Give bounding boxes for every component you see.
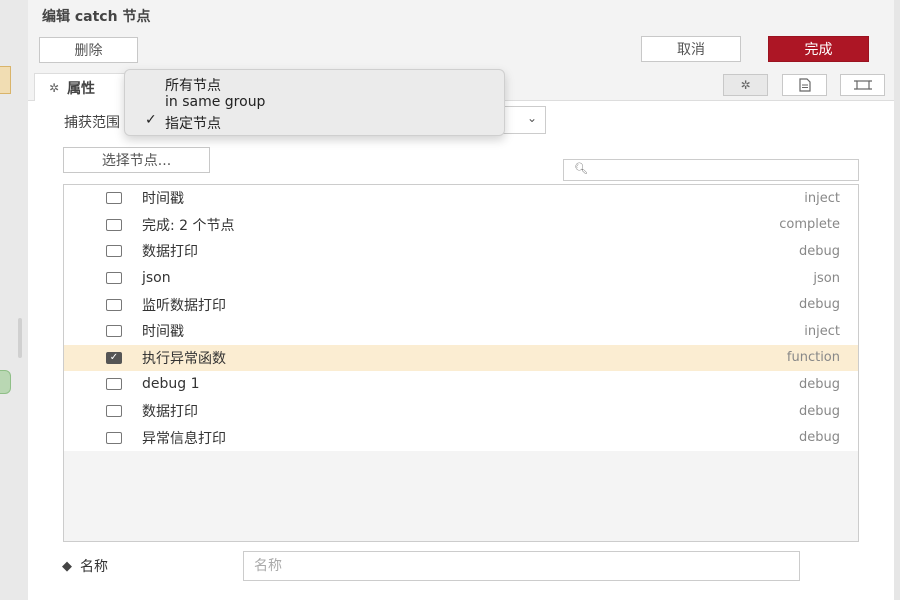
node-name: 异常信息打印	[142, 430, 226, 447]
node-name: debug 1	[142, 376, 200, 393]
node-type: inject	[804, 190, 840, 206]
workspace-node-tab[interactable]	[0, 370, 11, 394]
node-type: complete	[779, 217, 840, 233]
node-list-row[interactable]: json json	[64, 265, 858, 292]
scope-label: 捕获范围	[64, 115, 120, 131]
node-name: 数据打印	[142, 404, 198, 421]
node-checkbox[interactable]	[106, 325, 122, 338]
chevron-down-icon: ⌄	[526, 111, 537, 125]
node-checkbox[interactable]	[106, 245, 122, 258]
tag-icon: ◆	[62, 558, 72, 574]
node-list-row[interactable]: 异常信息打印 debug	[64, 424, 858, 451]
node-checkbox[interactable]	[106, 218, 122, 231]
gear-icon: ✲	[740, 78, 751, 92]
node-checkbox[interactable]: ✓	[106, 351, 122, 364]
node-list-row[interactable]: debug 1 debug	[64, 371, 858, 398]
node-list-row[interactable]: ✓ 执行异常函数 function	[64, 344, 858, 372]
description-tab-button[interactable]	[782, 74, 827, 96]
workspace-left-edge	[0, 0, 29, 600]
name-label: 名称	[80, 559, 108, 575]
node-type: debug	[799, 376, 840, 392]
cancel-button[interactable]: 取消	[641, 36, 741, 62]
node-checkbox[interactable]	[106, 378, 122, 391]
node-list-row[interactable]: 时间戳 inject	[64, 318, 858, 345]
name-input[interactable]	[243, 551, 800, 581]
node-checkbox[interactable]	[106, 298, 122, 311]
node-list-rows: 时间戳 inject 完成: 2 个节点 complete 数据打印 debug json j…	[64, 185, 858, 451]
node-name: 执行异常函数	[142, 350, 226, 367]
node-checkbox[interactable]	[106, 431, 122, 444]
scope-option-group[interactable]: in same group	[165, 94, 265, 110]
node-list-row[interactable]: 监听数据打印 debug	[64, 291, 858, 318]
node-type: debug	[799, 243, 840, 259]
node-type: function	[786, 350, 840, 366]
name-label-group: ◆ 名称	[62, 556, 108, 576]
node-type: debug	[799, 403, 840, 419]
select-nodes-button[interactable]: 选择节点...	[63, 147, 210, 173]
node-name: 时间戳	[142, 191, 184, 208]
scope-option-specified[interactable]: 指定节点	[165, 113, 221, 133]
workspace-node-tab[interactable]	[0, 66, 11, 94]
tab-properties-label: 属性	[67, 80, 96, 97]
dialog-title: 编辑 catch 节点	[42, 9, 151, 25]
node-list[interactable]: 时间戳 inject 完成: 2 个节点 complete 数据打印 debug json j…	[63, 184, 859, 542]
search-icon: 🔍︎	[574, 162, 588, 175]
node-list-row[interactable]: 完成: 2 个节点 complete	[64, 212, 858, 239]
checkmark-icon: ✓	[109, 351, 119, 363]
node-type: debug	[799, 430, 840, 446]
node-name: 时间戳	[142, 324, 184, 341]
resize-grip[interactable]	[18, 318, 22, 358]
node-search[interactable]: 🔍︎	[563, 159, 859, 181]
scope-option-all[interactable]: 所有节点	[165, 75, 221, 95]
settings-tab-button[interactable]: ✲	[723, 74, 768, 96]
node-name: json	[142, 270, 171, 287]
node-list-row[interactable]: 数据打印 debug	[64, 398, 858, 425]
node-checkbox[interactable]	[106, 405, 122, 418]
node-name: 数据打印	[142, 244, 198, 261]
scope-dropdown-menu: 所有节点 in same group ✓ 指定节点	[124, 69, 505, 136]
node-list-row[interactable]: 时间戳 inject	[64, 185, 858, 212]
appearance-tab-button[interactable]	[840, 74, 885, 96]
document-icon	[798, 78, 811, 92]
dialog-header: 编辑 catch 节点	[28, 0, 894, 31]
node-list-row[interactable]: 数据打印 debug	[64, 238, 858, 265]
node-checkbox[interactable]	[106, 272, 122, 285]
node-type: debug	[799, 297, 840, 313]
dialog-toolbar: 删除 取消 完成	[28, 30, 894, 71]
node-name: 监听数据打印	[142, 297, 226, 314]
delete-button[interactable]: 删除	[39, 37, 138, 63]
checkmark-icon: ✓	[145, 112, 157, 128]
node-name: 完成: 2 个节点	[142, 217, 235, 234]
node-checkbox[interactable]	[106, 192, 122, 205]
node-type: inject	[804, 323, 840, 339]
gear-icon: ✲	[49, 80, 60, 95]
appearance-icon	[853, 80, 872, 90]
done-button[interactable]: 完成	[768, 36, 869, 62]
workspace-right-edge	[893, 0, 900, 600]
node-type: json	[813, 270, 840, 286]
